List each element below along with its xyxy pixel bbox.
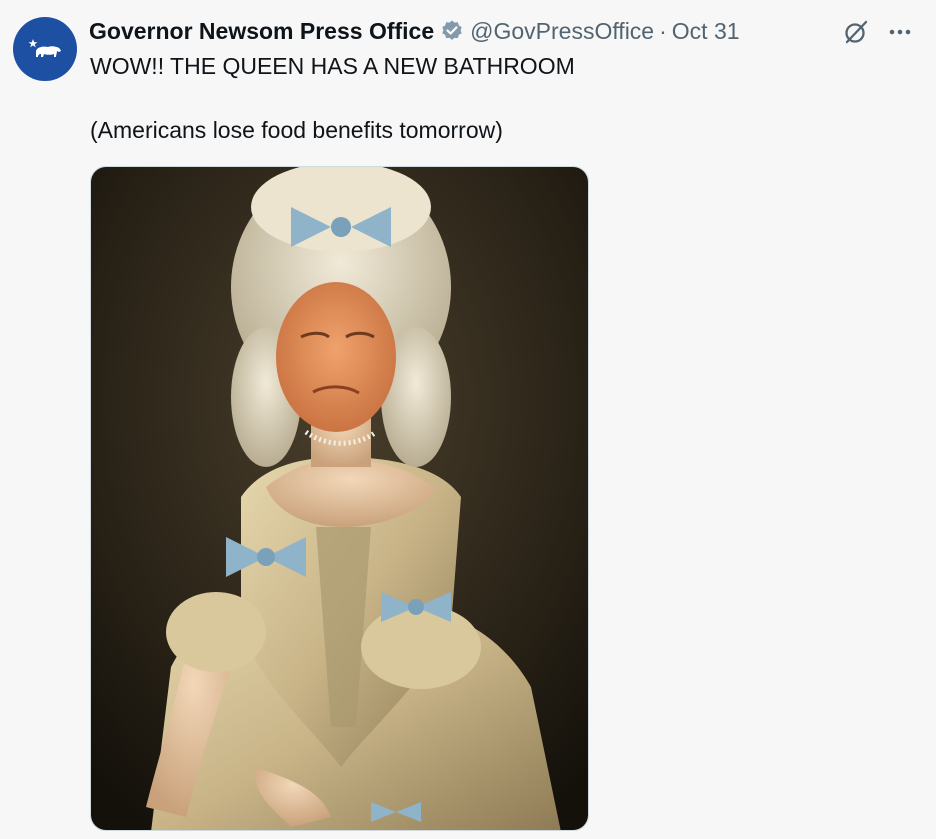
- tweet-text-line: WOW!! THE QUEEN HAS A NEW BATHROOM: [90, 53, 575, 79]
- more-options-button[interactable]: [886, 20, 914, 44]
- california-bear-icon: [28, 39, 61, 57]
- grok-icon: [845, 20, 868, 44]
- more-dots-icon: [889, 29, 911, 35]
- display-name[interactable]: Governor Newsom Press Office: [89, 18, 434, 45]
- tweet-text-line: (Americans lose food benefits tomorrow): [90, 117, 503, 143]
- verified-badge-icon: [440, 19, 464, 43]
- avatar[interactable]: [13, 17, 77, 81]
- tweet-date[interactable]: Oct 31: [672, 18, 740, 45]
- portrait-painting-image: [91, 167, 588, 830]
- grok-button[interactable]: [842, 18, 870, 46]
- tweet[interactable]: Governor Newsom Press Office @GovPressOf…: [0, 0, 936, 839]
- tweet-header: Governor Newsom Press Office @GovPressOf…: [89, 15, 740, 47]
- separator-dot: ·: [659, 17, 667, 44]
- tweet-media-image[interactable]: [90, 166, 589, 831]
- author-handle[interactable]: @GovPressOffice: [470, 18, 654, 45]
